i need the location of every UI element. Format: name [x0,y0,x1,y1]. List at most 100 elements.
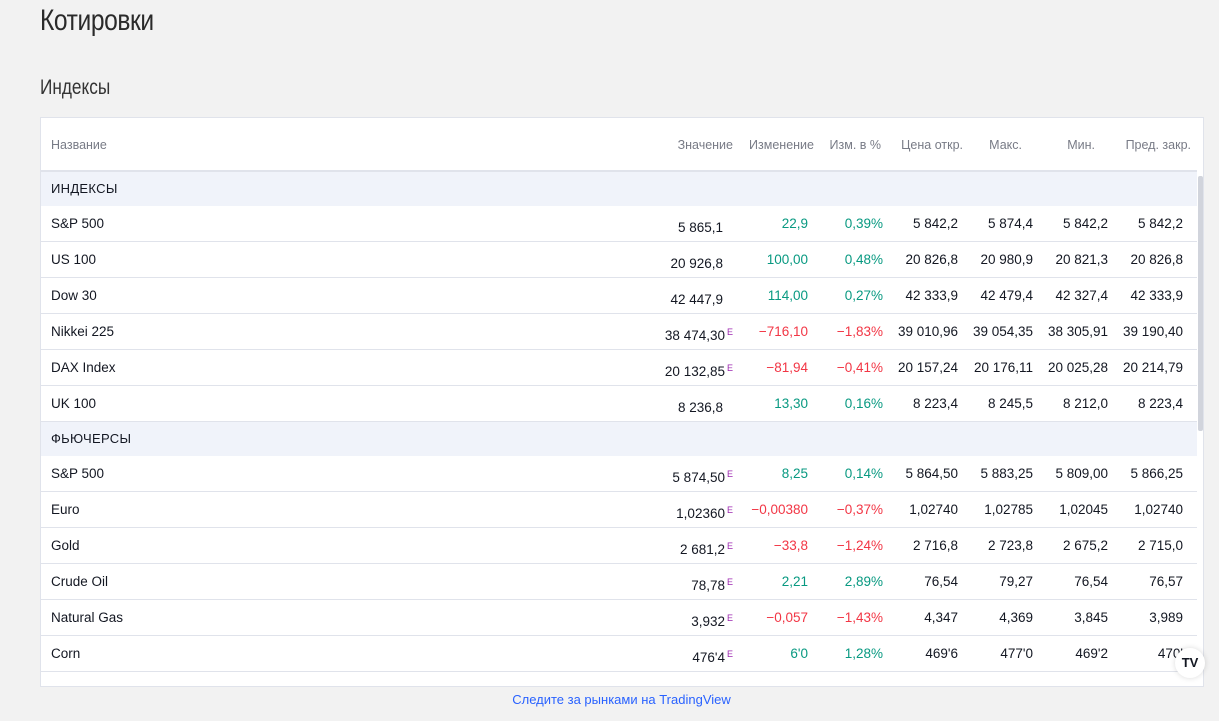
scrollbar-thumb[interactable] [1198,176,1203,431]
symbol-name[interactable]: Crude Oil [51,564,108,599]
low-cell: 2 675,2 [1062,538,1108,553]
change-cell: 13,30 [774,396,808,411]
change-cell: 2,21 [781,574,808,589]
tradingview-footer-link[interactable]: Следите за рынками на TradingView [0,692,1219,707]
low-cell: 76,54 [1074,574,1108,589]
column-header-change[interactable]: Изменение [749,118,814,170]
value-cell: 5 874,50 E [672,456,733,491]
column-header-low[interactable]: Мин. [1067,118,1095,170]
high-cell: 5 874,4 [987,216,1033,231]
value-text: 1,02360 [676,506,725,521]
high-cell: 20 176,11 [973,360,1033,375]
column-header-change-pct[interactable]: Изм. в % [830,118,881,170]
high-cell: 20 980,9 [980,252,1033,267]
delayed-data-mark[interactable]: E [727,613,733,623]
value-cell: 8 236,8 [678,386,725,421]
page-title: Котировки [40,4,154,37]
symbol-name[interactable]: Euro [51,492,80,527]
symbol-name[interactable]: S&P 500 [51,456,104,491]
quotes-page: Котировки Индексы Название Значение Изме… [0,0,1219,721]
open-cell: 8 223,4 [912,396,958,411]
value-cell: 20 926,8 [670,242,725,277]
market-quotes-widget: Название Значение Изменение Изм. в % Цен… [40,117,1204,687]
open-cell: 39 010,96 [897,324,958,339]
change-cell: 6'0 [790,646,808,661]
value-cell: 78,78 E [691,564,733,599]
prev-close-cell: 5 842,2 [1137,216,1183,231]
change-pct-cell: −0,41% [836,360,883,375]
delayed-data-mark[interactable]: E [727,327,733,337]
column-header-value[interactable]: Значение [678,118,733,170]
value-cell: 42 447,9 [670,278,725,313]
value-text: 38 474,30 [664,328,725,343]
change-pct-cell: 0,39% [844,216,883,231]
value-text: 20 132,85 [664,364,725,379]
symbol-name[interactable]: S&P 500 [51,206,104,241]
value-cell: 38 474,30 E [665,314,733,349]
table-row[interactable]: S&P 500 5 874,50 E 8,25 0,14% 5 864,50 5 883,2… [41,456,1197,492]
table-row[interactable]: Corn 476'4 E 6'0 1,28% 469'6 477'0 469'2 470' [41,636,1197,672]
symbol-name[interactable]: US 100 [51,242,96,277]
change-pct-cell: −1,24% [836,538,883,553]
quotes-table-body: ИНДЕКСЫ S&P 500 5 865,1 22,9 0,39% 5 842,2 5 8… [41,172,1197,672]
symbol-name[interactable]: Corn [51,636,80,671]
prev-close-cell: 8 223,4 [1137,396,1183,411]
value-text: 5 874,50 [672,470,725,485]
table-row[interactable]: S&P 500 5 865,1 22,9 0,39% 5 842,2 5 874,4 5 8… [41,206,1197,242]
low-cell: 42 327,4 [1055,288,1108,303]
column-header-high[interactable]: Макс. [989,118,1022,170]
prev-close-cell: 2 715,0 [1137,538,1183,553]
symbol-name[interactable]: DAX Index [51,350,116,385]
table-row[interactable]: Euro 1,02360 E −0,00380 −0,37% 1,02740 1,02785… [41,492,1197,528]
value-text: 78,78 [691,578,725,593]
open-cell: 76,54 [924,574,958,589]
change-pct-cell: 0,16% [844,396,883,411]
delayed-data-mark[interactable]: E [727,363,733,373]
value-text: 2 681,2 [679,542,725,557]
delayed-data-mark[interactable]: E [727,541,733,551]
table-row[interactable]: DAX Index 20 132,85 E −81,94 −0,41% 20 157,24… [41,350,1197,386]
value-cell: 476'4 E [692,636,733,671]
symbol-name[interactable]: Dow 30 [51,278,97,313]
change-cell: 114,00 [767,288,808,303]
value-text: 5 865,1 [677,220,723,235]
change-pct-cell: 1,28% [844,646,883,661]
delayed-data-mark[interactable]: E [727,577,733,587]
change-pct-cell: −1,43% [836,610,883,625]
delayed-data-mark[interactable]: E [727,469,733,479]
symbol-name[interactable]: UK 100 [51,386,96,421]
low-cell: 469'2 [1075,646,1108,661]
open-cell: 20 826,8 [905,252,958,267]
symbol-name[interactable]: Nikkei 225 [51,314,114,349]
table-row[interactable]: Dow 30 42 447,9 114,00 0,27% 42 333,9 42 479,… [41,278,1197,314]
open-cell: 5 842,2 [912,216,958,231]
tradingview-logo-icon[interactable]: TV [1175,648,1205,678]
value-cell: 20 132,85 E [665,350,733,385]
column-header-prev-close[interactable]: Пред. закр. [1126,118,1191,170]
table-row[interactable]: Gold 2 681,2 E −33,8 −1,24% 2 716,8 2 723,8 2 6… [41,528,1197,564]
symbol-name[interactable]: Natural Gas [51,600,123,635]
table-row[interactable]: Natural Gas 3,932 E −0,057 −1,43% 4,347 4,369 3… [41,600,1197,636]
value-text: 476'4 [692,650,725,665]
delayed-data-mark[interactable]: E [727,505,733,515]
table-header: Название Значение Изменение Изм. в % Цен… [41,118,1197,172]
column-header-name[interactable]: Название [51,118,107,170]
value-cell: 5 865,1 [678,206,725,241]
symbol-name[interactable]: Gold [51,528,80,563]
open-cell: 2 716,8 [912,538,958,553]
change-cell: −0,057 [766,610,808,625]
low-cell: 1,02045 [1059,502,1108,517]
open-cell: 20 157,24 [897,360,958,375]
prev-close-cell: 20 826,8 [1130,252,1183,267]
table-row[interactable]: US 100 20 926,8 100,00 0,48% 20 826,8 20 980,… [41,242,1197,278]
low-cell: 20 821,3 [1055,252,1108,267]
table-row[interactable]: Crude Oil 78,78 E 2,21 2,89% 76,54 79,27 76,54 7… [41,564,1197,600]
delayed-data-mark[interactable]: E [727,649,733,659]
table-row[interactable]: Nikkei 225 38 474,30 E −716,10 −1,83% 39 010,… [41,314,1197,350]
table-row[interactable]: UK 100 8 236,8 13,30 0,16% 8 223,4 8 245,5 8 2… [41,386,1197,422]
change-pct-cell: 2,89% [844,574,883,589]
change-pct-cell: −1,83% [836,324,883,339]
low-cell: 5 842,2 [1062,216,1108,231]
column-header-open[interactable]: Цена откр. [901,118,963,170]
change-pct-cell: 0,27% [844,288,883,303]
